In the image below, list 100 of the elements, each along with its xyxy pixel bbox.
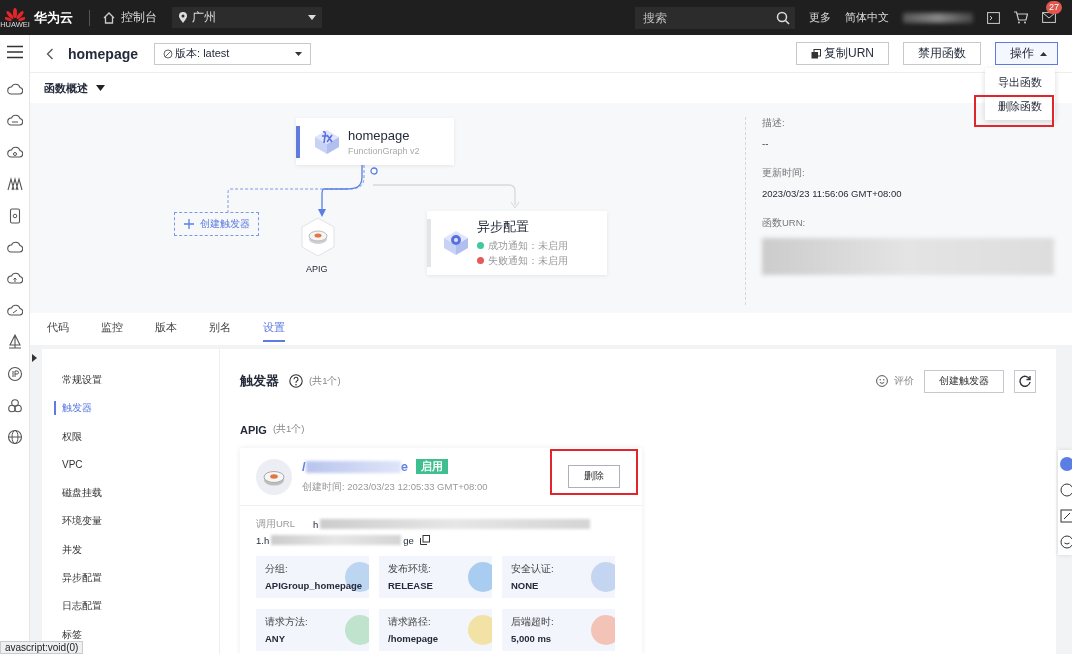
tab[interactable]: 代码 bbox=[47, 313, 101, 345]
tab[interactable]: 别名 bbox=[209, 313, 263, 345]
field-value: -- bbox=[762, 138, 770, 149]
home-icon bbox=[102, 10, 116, 25]
field-value: /homepage bbox=[388, 633, 440, 644]
url-text: ge bbox=[403, 534, 414, 546]
field-label: 分组: bbox=[265, 563, 289, 576]
top-link[interactable]: 简体中文 bbox=[845, 10, 889, 25]
circles-icon[interactable] bbox=[6, 397, 23, 414]
disable-button[interactable]: 禁用函数 bbox=[903, 42, 981, 65]
nav-item[interactable]: 环境变量 bbox=[54, 514, 102, 529]
search-icon[interactable] bbox=[776, 10, 790, 25]
group-title: APIG bbox=[240, 423, 267, 436]
field-label: 安全认证: bbox=[511, 563, 555, 576]
cloud-icon[interactable] bbox=[6, 239, 23, 256]
field-label: 后端超时: bbox=[511, 616, 555, 629]
location-pin-icon bbox=[178, 11, 188, 24]
field-value: 5,000 ms bbox=[511, 633, 553, 644]
field-label: 函数URN: bbox=[762, 217, 807, 230]
version-icon bbox=[163, 48, 173, 59]
mail-icon[interactable] bbox=[1042, 12, 1056, 23]
field-label: 描述: bbox=[762, 117, 786, 130]
smiley-icon bbox=[876, 375, 888, 387]
caret-icon bbox=[295, 51, 302, 56]
nav-item[interactable]: 标签 bbox=[54, 627, 82, 642]
function-title: homepage bbox=[68, 45, 138, 62]
nav-item[interactable]: 磁盘挂载 bbox=[54, 486, 102, 501]
flower-logo-icon bbox=[5, 8, 25, 21]
expand-icon[interactable] bbox=[32, 354, 37, 362]
cart-icon[interactable] bbox=[1014, 11, 1028, 24]
field-label: 调用URL bbox=[256, 517, 295, 531]
smiley-icon[interactable] bbox=[1060, 535, 1072, 549]
brand-name: 华为云 bbox=[34, 8, 73, 27]
count-text: (共1个) bbox=[309, 374, 341, 388]
create-trigger-button[interactable]: 创建触发器 bbox=[174, 212, 259, 236]
sail-icon[interactable] bbox=[6, 334, 23, 351]
field-value: APIGroup_homepage bbox=[265, 580, 364, 591]
node-label: APIG bbox=[306, 264, 328, 274]
gateway-icon bbox=[256, 458, 292, 495]
delete-button[interactable]: 删除 bbox=[568, 465, 620, 488]
status-text: 失败通知：未启用 bbox=[488, 254, 568, 268]
menu-icon[interactable] bbox=[6, 45, 23, 59]
terminal-icon[interactable] bbox=[987, 11, 1000, 24]
globe-icon[interactable] bbox=[6, 429, 23, 446]
field-label: 更新时间: bbox=[762, 167, 806, 180]
async-cube-icon bbox=[441, 228, 471, 258]
field-value: ANY bbox=[265, 633, 287, 644]
url-text: h bbox=[313, 518, 319, 530]
refresh-icon bbox=[1019, 375, 1031, 387]
arches-icon[interactable] bbox=[6, 176, 23, 193]
rate-link[interactable]: 评价 bbox=[876, 374, 914, 388]
field-value: 2023/03/23 11:56:06 GMT+08:00 bbox=[762, 188, 903, 199]
actions-button[interactable]: 操作 bbox=[995, 42, 1058, 65]
status-bar-text: avascript:void(0) bbox=[0, 641, 84, 654]
copy-icon bbox=[811, 48, 821, 59]
nav-item[interactable]: VPC bbox=[54, 457, 83, 472]
nav-item[interactable]: 权限 bbox=[54, 429, 82, 444]
node-title: 异步配置 bbox=[477, 218, 530, 236]
section-title: 触发器 bbox=[240, 372, 279, 390]
nav-item[interactable]: 日志配置 bbox=[54, 599, 102, 614]
edit-icon[interactable] bbox=[1060, 509, 1072, 523]
field-label: 请求路径: bbox=[388, 616, 432, 629]
back-icon[interactable] bbox=[46, 47, 54, 60]
console-link[interactable]: 控制台 bbox=[102, 9, 157, 26]
count-text: (共1个) bbox=[272, 423, 305, 436]
gateway-node-icon[interactable] bbox=[300, 217, 336, 257]
nav-item[interactable]: 异步配置 bbox=[54, 571, 102, 586]
top-link[interactable]: 更多 bbox=[809, 10, 831, 25]
notification-badge: 27 bbox=[1046, 1, 1062, 14]
tab[interactable]: 版本 bbox=[155, 313, 209, 345]
field-value: NONE bbox=[511, 580, 540, 591]
nav-item[interactable]: 常规设置 bbox=[54, 373, 102, 387]
version-select[interactable]: 版本: latest bbox=[154, 42, 311, 65]
trigger-name-end: e bbox=[400, 459, 408, 474]
section-title: 函数概述 bbox=[44, 80, 88, 96]
ip-circle-icon[interactable] bbox=[6, 365, 23, 382]
copy-urn-button[interactable]: 复制URN bbox=[796, 42, 889, 65]
create-trigger-button[interactable]: 创建触发器 bbox=[924, 369, 1004, 393]
menu-item[interactable]: 删除函数 bbox=[985, 94, 1055, 118]
trigger-name-start: / bbox=[302, 459, 306, 474]
tab[interactable]: 设置 bbox=[263, 313, 317, 345]
caret-icon[interactable] bbox=[96, 85, 105, 91]
tab[interactable]: 监控 bbox=[101, 313, 155, 345]
nav-item[interactable]: 触发器 bbox=[54, 401, 92, 416]
field-label: 请求方法: bbox=[265, 616, 309, 629]
refresh-button[interactable] bbox=[1014, 369, 1036, 393]
field-value: RELEASE bbox=[388, 580, 434, 591]
status-text: 成功通知：未启用 bbox=[488, 239, 568, 253]
nav-item[interactable]: 并发 bbox=[54, 542, 82, 557]
region-select[interactable]: 广州 bbox=[172, 7, 322, 28]
blurred-username bbox=[903, 12, 973, 23]
cloud-icon[interactable] bbox=[6, 81, 23, 98]
cloud-icon[interactable] bbox=[6, 144, 23, 161]
search-field[interactable]: 搜索 bbox=[635, 6, 795, 29]
cloud-icon[interactable] bbox=[6, 302, 23, 319]
arrow-connector bbox=[317, 165, 363, 217]
menu-item[interactable]: 导出函数 bbox=[985, 70, 1055, 94]
plus-icon bbox=[183, 219, 194, 229]
url-text: 1.h bbox=[256, 534, 270, 546]
copy-icon[interactable] bbox=[419, 535, 430, 545]
